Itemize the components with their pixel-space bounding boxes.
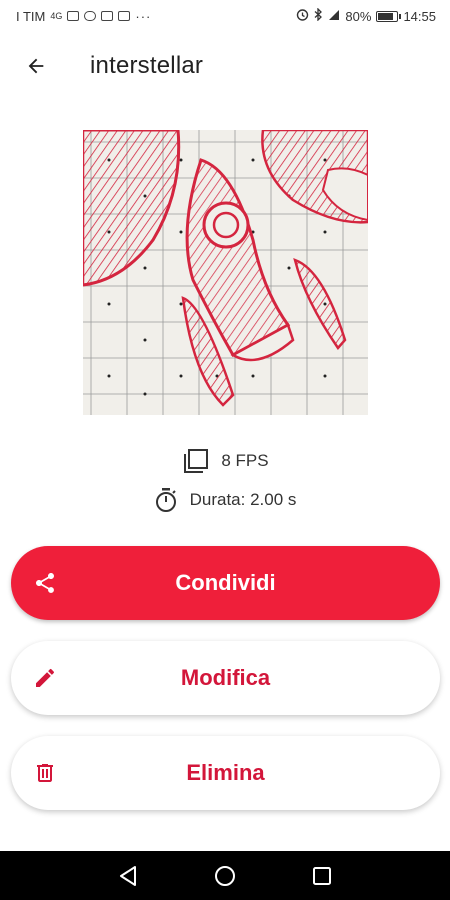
notification-icon: [67, 11, 80, 21]
duration-info: Durata: 2.00 s: [0, 485, 450, 515]
signal-icon: [328, 9, 340, 24]
stopwatch-icon: [154, 487, 178, 513]
nav-recents-button[interactable]: [302, 856, 342, 896]
nav-recents-icon: [312, 866, 331, 885]
notification-icon: [101, 11, 114, 21]
bluetooth-icon: [314, 7, 323, 24]
app-bar: interstellar: [0, 38, 450, 94]
notification-icon: [84, 11, 97, 21]
alarm-icon: [296, 8, 309, 24]
trash-icon: [33, 761, 57, 785]
system-nav-bar: [0, 851, 450, 900]
rocket-drawing-image: [83, 130, 368, 415]
nav-back-button[interactable]: [108, 856, 148, 896]
notification-icon: [118, 11, 131, 21]
share-label: Condividi: [175, 570, 276, 595]
share-icon: [33, 571, 57, 595]
carrier-label: I TIM: [16, 8, 46, 24]
fps-info: 8 FPS: [0, 446, 450, 476]
delete-label: Elimina: [186, 760, 265, 785]
status-bar: I TIM 4G ··· 80% 14:55: [0, 0, 450, 32]
share-button[interactable]: Condividi: [11, 546, 440, 620]
clock: 14:55: [403, 8, 436, 24]
page-title: interstellar: [90, 52, 204, 79]
status-right: 80% 14:55: [296, 7, 436, 24]
network-label: 4G: [50, 11, 63, 21]
arrow-back-icon: [28, 58, 44, 74]
duration-label: Durata: 2.00 s: [189, 490, 297, 509]
nav-back-icon: [120, 865, 137, 886]
battery-percent: 80%: [345, 8, 372, 24]
pencil-icon: [33, 666, 57, 690]
delete-button[interactable]: Elimina: [11, 736, 440, 810]
animation-preview-image[interactable]: [83, 130, 368, 415]
nav-home-button[interactable]: [205, 856, 245, 896]
status-left: I TIM 4G ···: [16, 9, 151, 24]
edit-button[interactable]: Modifica: [11, 641, 440, 715]
fps-label: 8 FPS: [221, 451, 269, 470]
edit-label: Modifica: [180, 665, 271, 690]
more-notifications-icon: ···: [135, 8, 152, 24]
nav-home-icon: [214, 865, 235, 886]
back-button[interactable]: [12, 42, 60, 90]
battery-icon: [376, 10, 402, 22]
frames-icon: [181, 448, 209, 474]
